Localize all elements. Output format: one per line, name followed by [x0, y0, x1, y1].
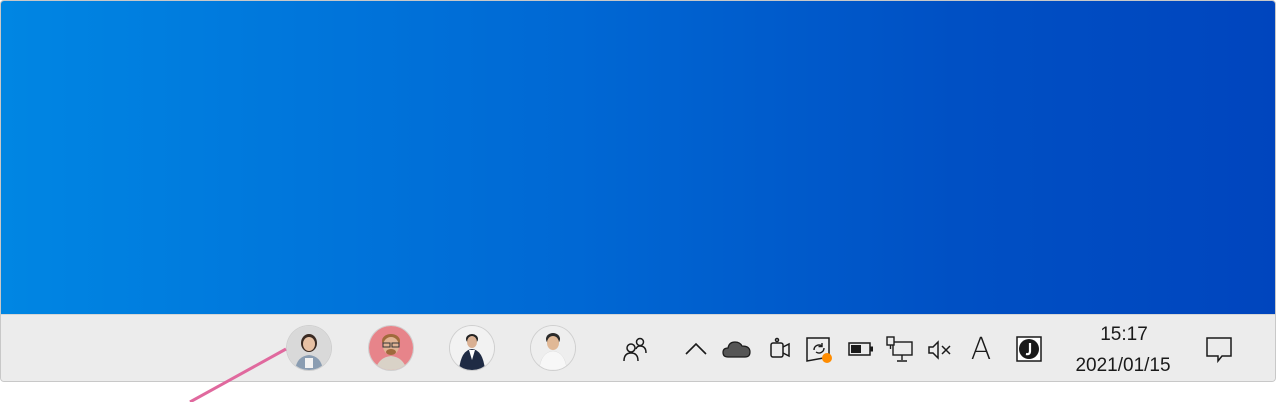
people-icon[interactable] [621, 335, 651, 365]
notification-icon[interactable] [1204, 334, 1234, 364]
webcam-icon[interactable] [765, 335, 793, 363]
app-j-icon[interactable] [1015, 335, 1043, 363]
people-avatar-3[interactable] [450, 326, 494, 370]
chevron-up-icon[interactable] [683, 337, 709, 361]
clock-time[interactable]: 15:17 [1064, 324, 1184, 346]
volume-muted-icon[interactable] [925, 337, 955, 363]
people-avatar-4[interactable] [531, 326, 575, 370]
battery-icon[interactable] [847, 339, 875, 359]
clock-date[interactable]: 2021/01/15 [1063, 355, 1183, 377]
people-avatar-2[interactable] [369, 326, 413, 370]
screen-frame: A 15:17 2021/01/15 [0, 0, 1276, 382]
update-sync-icon[interactable] [803, 333, 835, 365]
ime-letter-icon[interactable]: A [967, 333, 995, 367]
taskbar: A 15:17 2021/01/15 [1, 314, 1275, 381]
network-icon[interactable] [885, 334, 915, 364]
people-avatar-1[interactable] [287, 326, 331, 370]
onedrive-cloud-icon[interactable] [721, 337, 753, 361]
desktop-background [1, 1, 1275, 314]
